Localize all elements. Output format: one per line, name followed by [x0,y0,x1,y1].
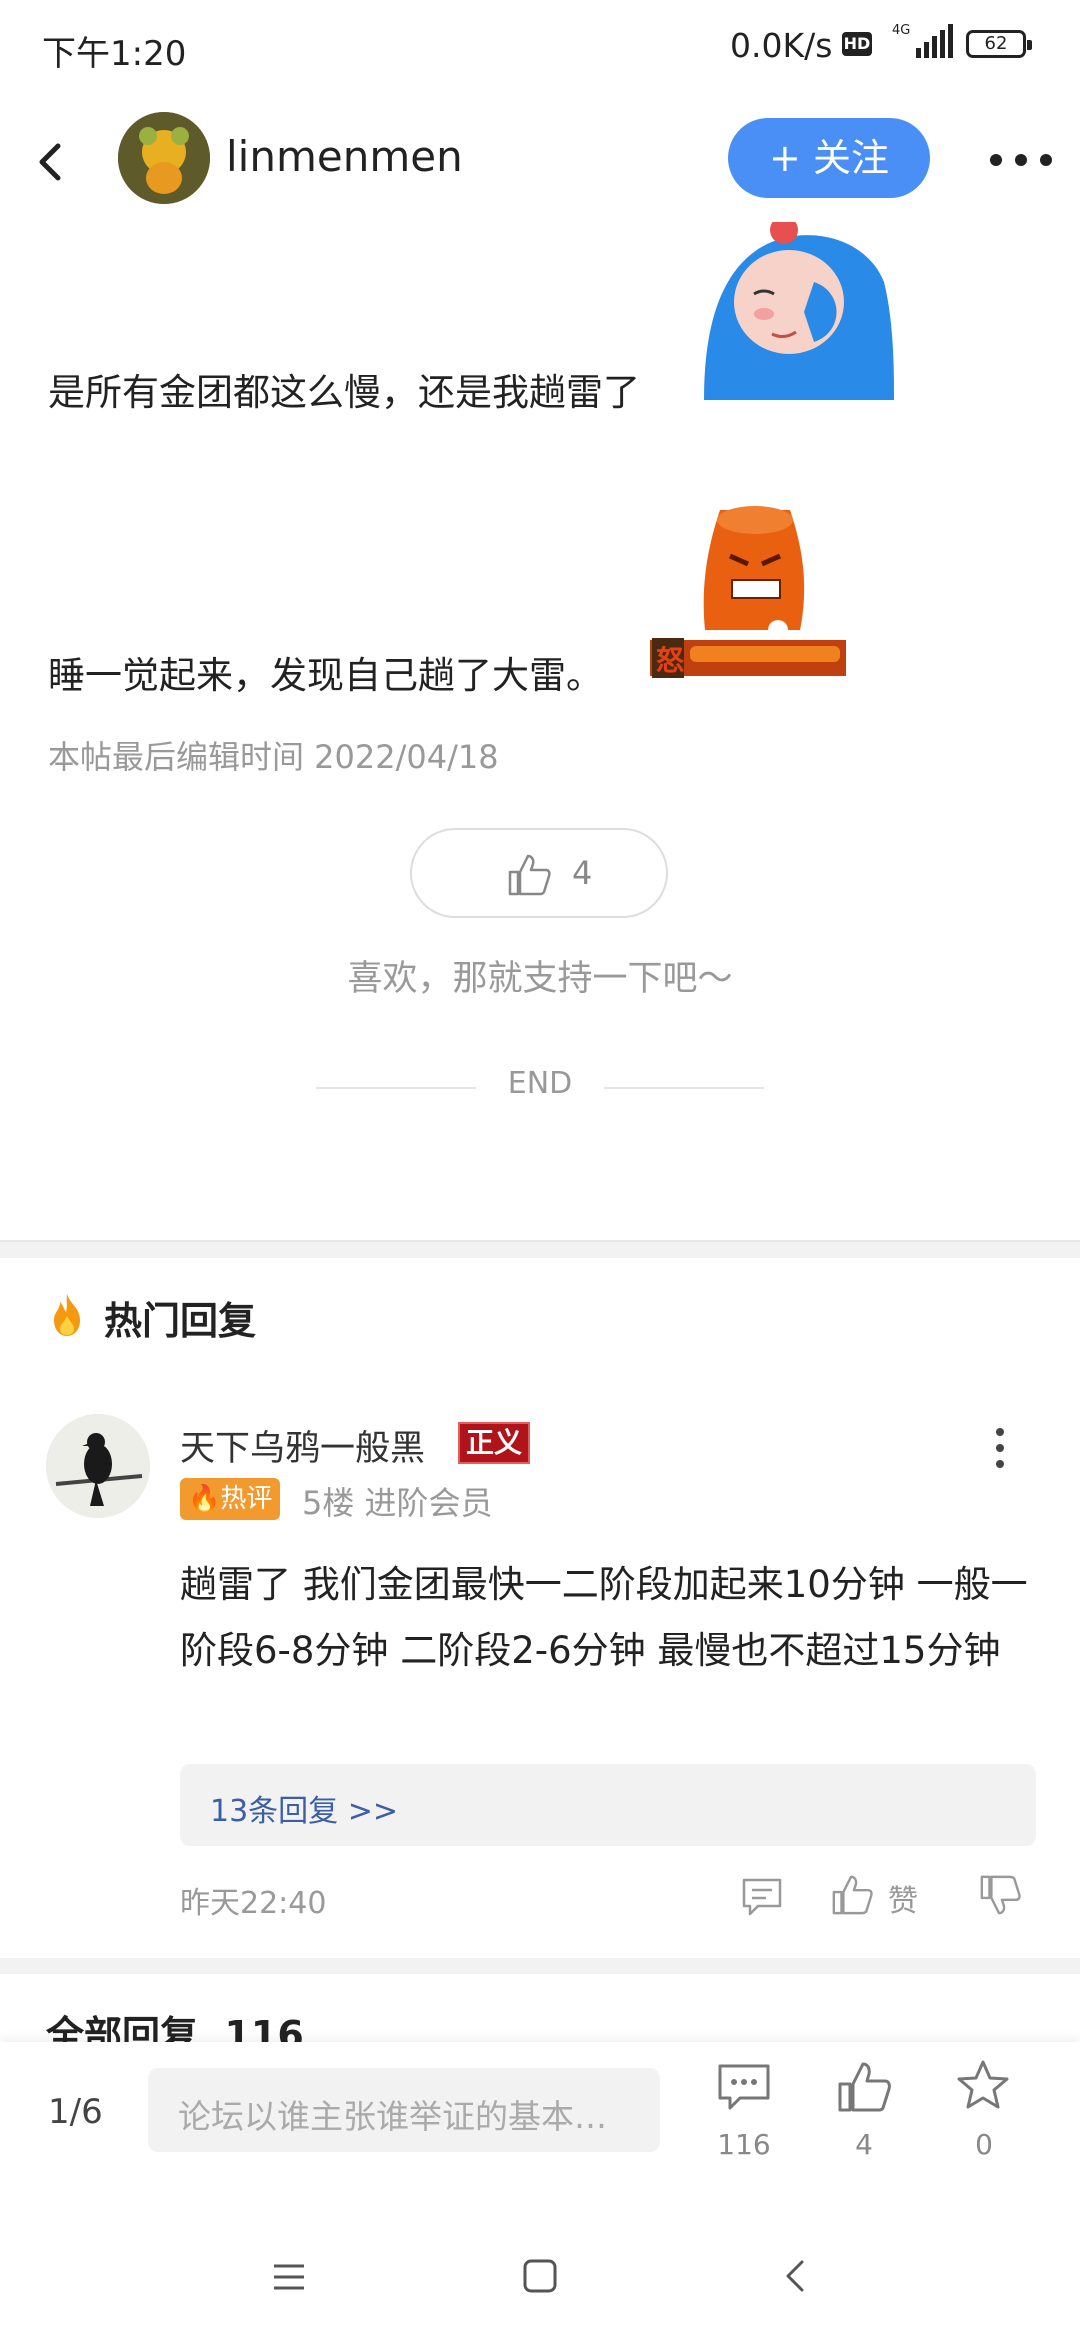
favorite-count: 0 [975,2128,993,2161]
post-paragraph-2: 睡一觉起来，发现自己趟了大雷。 [48,654,603,697]
reply-input[interactable]: 论坛以谁主张谁举证的基本… [148,2068,660,2152]
end-divider-right [604,1087,764,1089]
author-name[interactable]: linmenmen [226,132,463,181]
comment-time: 昨天22:40 [180,1886,327,1921]
comment-meta: 5楼 进阶会员 [302,1484,493,1522]
sticker-embarrassed-image [704,222,894,400]
network-speed: 0.0K/s [730,26,833,65]
reply-input-placeholder: 论坛以谁主张谁举证的基本… [178,2097,607,2136]
more-options-icon[interactable] [986,140,1056,180]
status-bar: 下午1:20 0.0K/s HD 4G 62 [0,0,1080,92]
sub-replies-link[interactable]: 13条回复 >> [180,1764,1036,1846]
comment-more-icon[interactable] [986,1424,1014,1472]
edit-time: 本帖最后编辑时间 2022/04/18 [48,738,499,776]
follow-button[interactable]: + 关注 [728,118,930,198]
like-hint: 喜欢，那就支持一下吧～ [347,959,733,999]
menu-icon[interactable] [272,2262,306,2292]
dislike-icon[interactable] [978,1874,1022,1918]
post-like-button[interactable]: 4 [410,828,668,918]
post-paragraph-1: 是所有金团都这么慢，还是我趟雷了 [48,371,640,414]
justice-badge: 正义 [458,1422,531,1464]
system-nav-bar [0,2212,1080,2340]
reply-icon[interactable] [740,1874,784,1918]
hot-comment-tag: 🔥热评 [180,1478,281,1520]
home-icon[interactable] [522,2258,558,2294]
sub-replies-label: 13条回复 >> [210,1794,398,1829]
thumbs-up-icon [508,854,551,896]
like-icon[interactable] [836,2060,892,2114]
comment-text: 趟雷了 我们金团最快一二阶段加起来10分钟 一般一阶段6-8分钟 二阶段2-6分… [180,1563,1028,1672]
avatar-image [118,112,210,204]
hot-comment-tag-label: 热评 [220,1484,273,1514]
section-divider [0,1240,1080,1258]
fire-icon [54,1294,80,1336]
status-time: 下午1:20 [42,34,187,74]
hot-replies-title: 热门回复 [104,1299,257,1343]
sticker-angry-image: 怒 [650,506,846,678]
sticker-angry-label: 怒 [656,644,684,677]
like-count: 4 [855,2128,873,2161]
end-label: END [507,1066,573,1101]
battery-icon: 62 [966,30,1032,58]
back-arrow-icon[interactable] [30,132,70,192]
battery-level: 62 [984,33,1008,54]
commenter-name[interactable]: 天下乌鸦一般黑 [180,1420,425,1471]
comment-like-icon[interactable] [830,1872,874,1916]
hd-badge: HD [842,32,872,56]
commenter-avatar[interactable] [46,1414,150,1518]
network-type-label: 4G [892,23,910,38]
favorite-star-icon[interactable] [954,2058,1012,2114]
signal-icon: 4G [892,23,953,58]
comment-count: 116 [717,2128,771,2161]
comment-like-label[interactable]: 赞 [888,1876,918,1920]
section-divider-2 [0,1958,1080,1974]
page-indicator[interactable]: 1/6 [48,2092,103,2132]
post-like-count: 4 [572,854,593,892]
comments-icon[interactable] [716,2062,772,2114]
author-avatar[interactable] [118,112,210,204]
nav-back-icon[interactable] [780,2258,810,2294]
crow-avatar-image [46,1414,150,1518]
